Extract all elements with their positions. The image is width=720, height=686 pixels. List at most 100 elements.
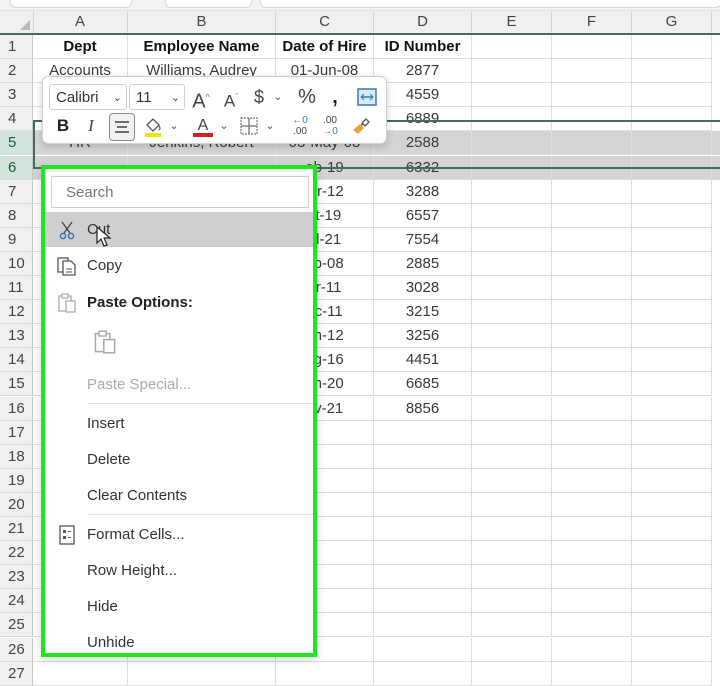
cell-d2[interactable]: 2877 (374, 59, 472, 84)
cell-e4[interactable] (472, 107, 552, 132)
increase-decimal-button[interactable]: ←0 .00 (287, 113, 313, 139)
percent-button[interactable]: % (295, 84, 319, 110)
column-header-e[interactable]: E (472, 11, 552, 33)
cell-f5[interactable] (552, 131, 632, 156)
cell-f16[interactable] (552, 396, 632, 421)
cell-f4[interactable] (552, 107, 632, 132)
currency-button[interactable]: $ (249, 84, 269, 110)
cell-f20[interactable] (552, 492, 632, 517)
cell-f17[interactable] (552, 420, 632, 445)
cell-f24[interactable] (552, 589, 632, 614)
row-header-2[interactable]: 2 (0, 59, 33, 84)
cell-g14[interactable] (632, 348, 712, 373)
column-header-b[interactable]: B (128, 11, 276, 33)
cell-e27[interactable] (472, 661, 552, 686)
row-header-27[interactable]: 27 (0, 661, 33, 686)
row-header-8[interactable]: 8 (0, 203, 33, 228)
cell-d17[interactable] (374, 420, 472, 445)
context-menu-search-input[interactable] (51, 176, 309, 208)
row-header-5[interactable]: 5 (0, 131, 33, 156)
cell-g11[interactable] (632, 276, 712, 300)
cell-d5[interactable]: 2588 (374, 131, 472, 156)
row-header-14[interactable]: 14 (0, 348, 33, 373)
cell-e6[interactable] (472, 155, 552, 180)
cell-f2[interactable] (552, 59, 632, 84)
cell-f12[interactable] (552, 300, 632, 325)
chevron-down-icon[interactable]: ⌄ (113, 85, 122, 111)
cell-g26[interactable] (632, 637, 712, 662)
merge-center-button[interactable] (355, 84, 379, 110)
cell-d24[interactable] (374, 589, 472, 614)
cell-g12[interactable] (632, 300, 712, 325)
menu-item-unhide[interactable]: Unhide (45, 625, 313, 660)
cell-e22[interactable] (472, 541, 552, 566)
cell-e21[interactable] (472, 517, 552, 541)
formula-controls[interactable] (165, 0, 252, 8)
cell-d12[interactable]: 3215 (374, 300, 472, 325)
cell-d16[interactable]: 8856 (374, 396, 472, 421)
cell-e20[interactable] (472, 492, 552, 517)
cell-g10[interactable] (632, 251, 712, 276)
menu-item-hide[interactable]: Hide (45, 589, 313, 624)
row-header-23[interactable]: 23 (0, 565, 33, 590)
shrink-font-button[interactable]: Aˇ (219, 84, 243, 111)
fill-color-button[interactable] (141, 113, 165, 139)
cell-f1[interactable] (552, 35, 632, 59)
cell-f3[interactable] (552, 83, 632, 108)
cell-f25[interactable] (552, 613, 632, 638)
cell-e3[interactable] (472, 83, 552, 108)
cell-e16[interactable] (472, 396, 552, 421)
font-color-button[interactable]: A (191, 113, 215, 139)
row-header-19[interactable]: 19 (0, 468, 33, 493)
cell-d10[interactable]: 2885 (374, 251, 472, 276)
row-header-13[interactable]: 13 (0, 324, 33, 349)
borders-dropdown[interactable]: ⌄ (263, 113, 277, 139)
cell-g3[interactable] (632, 83, 712, 108)
font-name-combo[interactable]: Calibri ⌄ (49, 84, 127, 110)
cell-f14[interactable] (552, 348, 632, 373)
cell-g17[interactable] (632, 420, 712, 445)
cell-d14[interactable]: 4451 (374, 348, 472, 373)
paste-option-default[interactable] (45, 325, 313, 360)
cell-e25[interactable] (472, 613, 552, 638)
cell-e10[interactable] (472, 251, 552, 276)
cell-g18[interactable] (632, 444, 712, 469)
cell-d3[interactable]: 4559 (374, 83, 472, 108)
cell-d26[interactable] (374, 637, 472, 662)
cell-e18[interactable] (472, 444, 552, 469)
cell-b1[interactable]: Employee Name (128, 35, 276, 59)
row-header-16[interactable]: 16 (0, 396, 33, 421)
cell-f13[interactable] (552, 324, 632, 349)
cell-c1[interactable]: Date of Hire (276, 35, 374, 59)
cell-e13[interactable] (472, 324, 552, 349)
comma-style-button[interactable]: , (325, 84, 345, 110)
format-painter-button[interactable] (349, 113, 373, 139)
center-align-button[interactable] (109, 113, 135, 141)
cell-d18[interactable] (374, 444, 472, 469)
row-header-15[interactable]: 15 (0, 372, 33, 397)
cell-e2[interactable] (472, 59, 552, 84)
cell-g19[interactable] (632, 468, 712, 493)
cell-g5[interactable] (632, 131, 712, 156)
cell-d11[interactable]: 3028 (374, 276, 472, 300)
cell-d6[interactable]: 6332 (374, 155, 472, 180)
column-header-d[interactable]: D (374, 11, 472, 33)
bold-button[interactable]: B (53, 113, 73, 139)
cell-d27[interactable] (374, 661, 472, 686)
cell-e26[interactable] (472, 637, 552, 662)
cell-g4[interactable] (632, 107, 712, 132)
cell-e17[interactable] (472, 420, 552, 445)
cell-g23[interactable] (632, 565, 712, 590)
menu-item-format-cells[interactable]: Format Cells... (45, 517, 313, 552)
cell-d23[interactable] (374, 565, 472, 590)
grow-font-button[interactable]: A^ (189, 84, 213, 113)
cell-f9[interactable] (552, 227, 632, 252)
cell-g27[interactable] (632, 661, 712, 686)
cell-f19[interactable] (552, 468, 632, 493)
cell-g2[interactable] (632, 59, 712, 84)
cell-g16[interactable] (632, 396, 712, 421)
cell-d4[interactable]: 6889 (374, 107, 472, 132)
cell-g7[interactable] (632, 179, 712, 204)
cell-e12[interactable] (472, 300, 552, 325)
row-header-3[interactable]: 3 (0, 83, 33, 108)
